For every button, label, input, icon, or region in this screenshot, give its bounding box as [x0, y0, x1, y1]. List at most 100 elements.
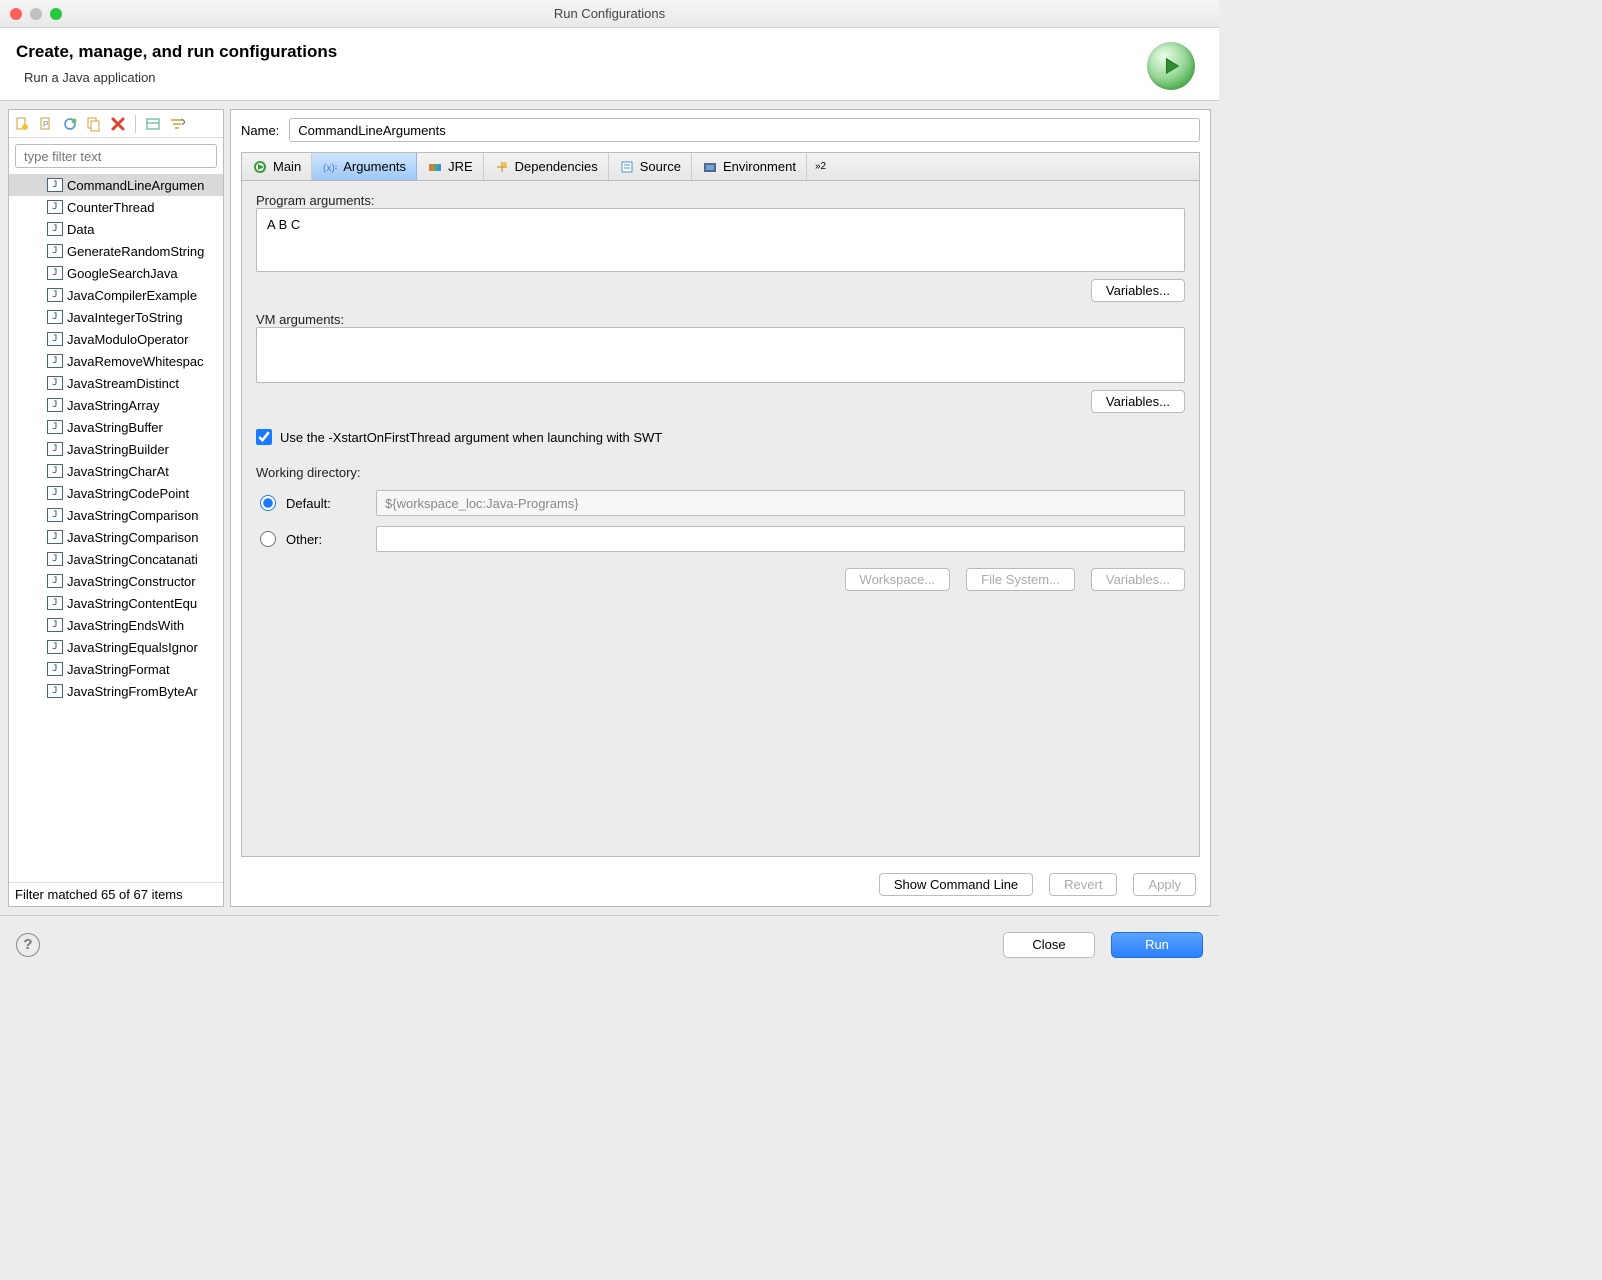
copy-icon[interactable] [85, 115, 103, 133]
tree-item-label: JavaStringFormat [67, 662, 170, 677]
tree-item[interactable]: CommandLineArgumen [9, 174, 223, 196]
tabbar: Main (x)= Arguments JRE Dependencies Source En… [241, 152, 1200, 180]
tree-item[interactable]: JavaRemoveWhitespac [9, 350, 223, 372]
working-dir-label: Working directory: [256, 465, 1185, 480]
tree-item[interactable]: JavaStringConstructor [9, 570, 223, 592]
java-file-icon [47, 288, 63, 302]
collapse-icon[interactable] [144, 115, 162, 133]
tree-item[interactable]: JavaStreamDistinct [9, 372, 223, 394]
java-file-icon [47, 376, 63, 390]
tree-item[interactable]: JavaStringArray [9, 394, 223, 416]
dependencies-tab-icon [494, 159, 510, 175]
program-args-variables-button[interactable]: Variables... [1091, 279, 1185, 302]
tree-item[interactable]: GenerateRandomString [9, 240, 223, 262]
tree-item[interactable]: JavaStringConcatanati [9, 548, 223, 570]
filesystem-button[interactable]: File System... [966, 568, 1075, 591]
tree-item[interactable]: JavaStringEndsWith [9, 614, 223, 636]
java-file-icon [47, 486, 63, 500]
vm-args-variables-button[interactable]: Variables... [1091, 390, 1185, 413]
tab-label: Dependencies [515, 159, 598, 174]
close-button[interactable]: Close [1003, 932, 1095, 958]
tree-item[interactable]: JavaStringCharAt [9, 460, 223, 482]
header-title: Create, manage, and run configurations [16, 42, 337, 62]
jre-tab-icon [427, 159, 443, 175]
tree-item-label: JavaStringContentEqu [67, 596, 197, 611]
tab-label: JRE [448, 159, 473, 174]
tree-item-label: GenerateRandomString [67, 244, 204, 259]
tree-item[interactable]: JavaStringBuffer [9, 416, 223, 438]
tree-item[interactable]: JavaStringComparison [9, 504, 223, 526]
java-file-icon [47, 530, 63, 544]
tree-item[interactable]: JavaStringCodePoint [9, 482, 223, 504]
tree-item-label: JavaStringFromByteAr [67, 684, 198, 699]
java-file-icon [47, 310, 63, 324]
tree-item-label: JavaStringComparison [67, 508, 199, 523]
apply-button[interactable]: Apply [1133, 873, 1196, 896]
tree-item[interactable]: JavaStringFormat [9, 658, 223, 680]
tab-environment[interactable]: Environment [692, 153, 807, 180]
tree-item[interactable]: JavaCompilerExample [9, 284, 223, 306]
workdir-default-radio[interactable] [260, 495, 276, 511]
java-file-icon [47, 200, 63, 214]
tree-item[interactable]: JavaIntegerToString [9, 306, 223, 328]
java-file-icon [47, 464, 63, 478]
tree-item-label: JavaStringBuffer [67, 420, 163, 435]
new-config-icon[interactable] [13, 115, 31, 133]
tab-main[interactable]: Main [242, 153, 312, 180]
tree-item-label: Data [67, 222, 94, 237]
header-subtitle: Run a Java application [16, 70, 337, 85]
svg-text:P: P [43, 120, 48, 129]
swt-checkbox[interactable] [256, 429, 272, 445]
tree-item[interactable]: JavaStringContentEqu [9, 592, 223, 614]
new-proto-icon[interactable]: P [37, 115, 55, 133]
tab-jre[interactable]: JRE [417, 153, 484, 180]
filter-input[interactable] [15, 144, 217, 168]
tree-item-label: GoogleSearchJava [67, 266, 178, 281]
config-tree[interactable]: CommandLineArgumen CounterThread Data Gener… [9, 174, 223, 882]
vm-args-input[interactable] [256, 327, 1185, 383]
tab-dependencies[interactable]: Dependencies [484, 153, 609, 180]
filter-menu-icon[interactable] [168, 115, 186, 133]
run-button[interactable]: Run [1111, 932, 1203, 958]
help-icon[interactable]: ? [16, 933, 40, 957]
java-file-icon [47, 244, 63, 258]
tree-item-label: JavaStringEqualsIgnor [67, 640, 198, 655]
main-tab-icon [252, 159, 268, 175]
workdir-other-field[interactable] [376, 526, 1185, 552]
tab-label: Source [640, 159, 681, 174]
export-icon[interactable] [61, 115, 79, 133]
delete-icon[interactable] [109, 115, 127, 133]
tree-item[interactable]: JavaStringComparison [9, 526, 223, 548]
revert-button[interactable]: Revert [1049, 873, 1117, 896]
workdir-variables-button[interactable]: Variables... [1091, 568, 1185, 591]
tree-item-label: JavaStreamDistinct [67, 376, 179, 391]
name-input[interactable] [289, 118, 1200, 142]
tab-arguments[interactable]: (x)= Arguments [312, 153, 417, 180]
arguments-tab-icon: (x)= [322, 159, 338, 175]
java-file-icon [47, 596, 63, 610]
tree-item[interactable]: JavaModuloOperator [9, 328, 223, 350]
header: Create, manage, and run configurations R… [0, 28, 1219, 101]
tree-item[interactable]: JavaStringBuilder [9, 438, 223, 460]
tree-item[interactable]: GoogleSearchJava [9, 262, 223, 284]
workdir-other-radio[interactable] [260, 531, 276, 547]
swt-checkbox-label: Use the -XstartOnFirstThread argument wh… [280, 430, 662, 445]
program-args-input[interactable]: A B C [256, 208, 1185, 272]
tab-label: Arguments [343, 159, 406, 174]
java-file-icon [47, 640, 63, 654]
tree-item[interactable]: CounterThread [9, 196, 223, 218]
tree-item[interactable]: JavaStringFromByteAr [9, 680, 223, 702]
tree-item-label: JavaStringCharAt [67, 464, 169, 479]
tree-item-label: CommandLineArgumen [67, 178, 204, 193]
tab-source[interactable]: Source [609, 153, 692, 180]
tree-item[interactable]: JavaStringEqualsIgnor [9, 636, 223, 658]
tree-item[interactable]: Data [9, 218, 223, 240]
run-hero-icon [1147, 42, 1195, 90]
java-file-icon [47, 354, 63, 368]
tabs-overflow[interactable]: »2 [807, 153, 834, 180]
tab-label: Main [273, 159, 301, 174]
java-file-icon [47, 266, 63, 280]
program-args-label: Program arguments: [256, 193, 1185, 208]
show-command-line-button[interactable]: Show Command Line [879, 873, 1033, 896]
workspace-button[interactable]: Workspace... [845, 568, 951, 591]
